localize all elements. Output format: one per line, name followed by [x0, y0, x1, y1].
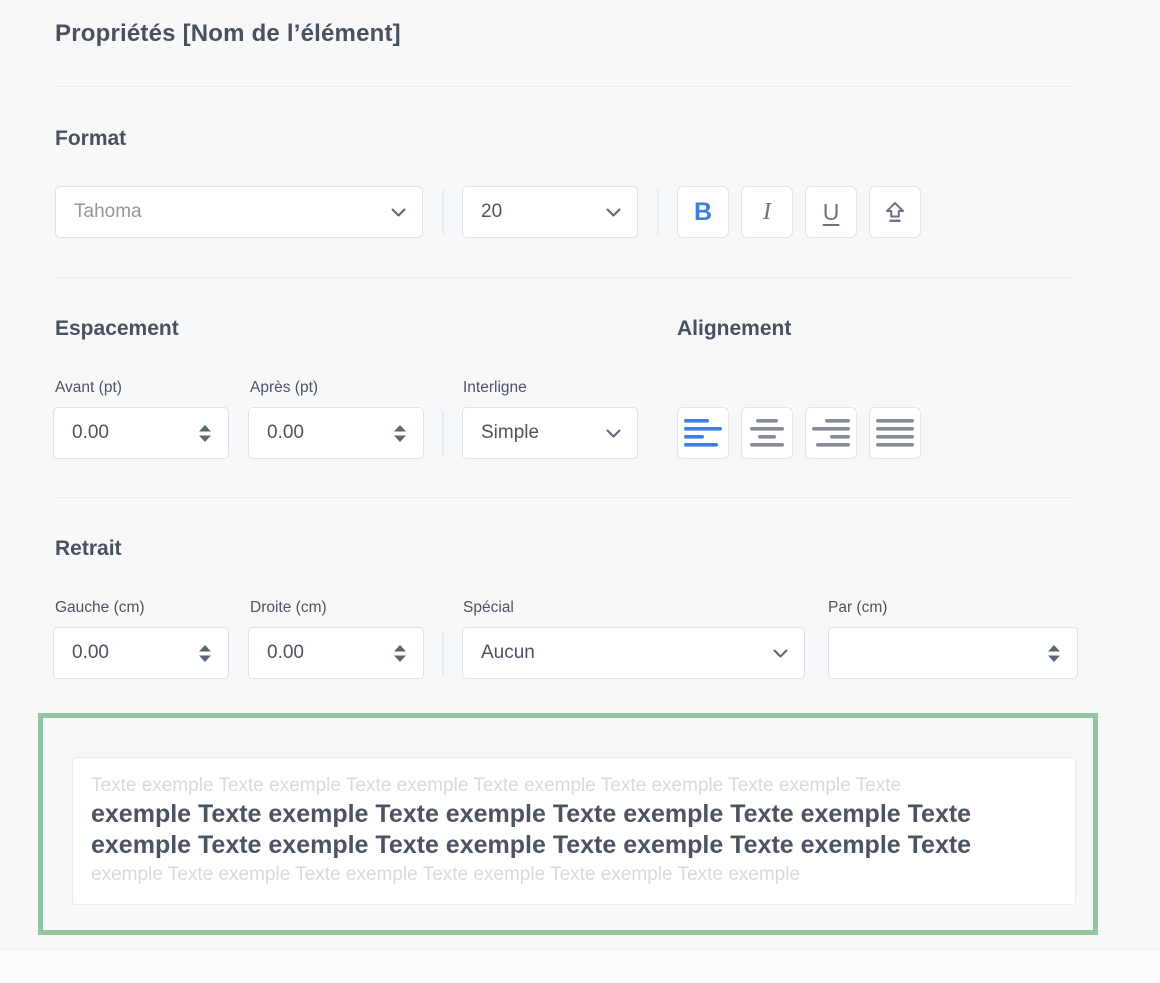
- divider: [55, 277, 1075, 278]
- divider: [442, 631, 444, 675]
- chevron-down-icon: [606, 208, 621, 217]
- chevron-down-icon: [606, 429, 621, 438]
- avant-label: Avant (pt): [55, 379, 122, 397]
- divider: [442, 190, 444, 234]
- preview-line: exemple Texte exemple Texte exemple Text…: [91, 799, 1057, 830]
- gauche-stepper[interactable]: 0.00: [53, 627, 229, 679]
- preview-line: exemple Texte exemple Texte exemple Text…: [91, 830, 1057, 861]
- gauche-label: Gauche (cm): [55, 599, 145, 617]
- divider: [55, 497, 1075, 498]
- droite-stepper[interactable]: 0.00: [248, 627, 424, 679]
- special-value: Aucun: [481, 642, 765, 664]
- divider: [657, 190, 659, 234]
- par-label: Par (cm): [828, 599, 887, 617]
- align-left-icon: [684, 419, 722, 447]
- preview-highlight-frame: Texte exemple Texte exemple Texte exempl…: [38, 713, 1098, 935]
- up-down-stepper-icon: [393, 645, 407, 662]
- italic-label: I: [763, 199, 771, 226]
- interligne-select[interactable]: Simple: [462, 407, 638, 459]
- section-heading-retrait: Retrait: [55, 537, 122, 561]
- font-size-select[interactable]: 20: [462, 186, 638, 238]
- align-center-icon: [748, 419, 786, 447]
- interligne-label: Interligne: [463, 379, 527, 397]
- interligne-value: Simple: [481, 422, 598, 444]
- bold-label: B: [694, 198, 712, 227]
- apres-value: 0.00: [267, 422, 385, 444]
- section-heading-alignement: Alignement: [677, 317, 791, 341]
- preview-line: Texte exemple Texte exemple Texte exempl…: [91, 772, 1057, 799]
- font-size-value: 20: [481, 201, 598, 223]
- align-right-icon: [812, 419, 850, 447]
- align-justify-icon: [876, 419, 914, 447]
- align-justify-button[interactable]: [869, 407, 921, 459]
- bold-button[interactable]: B: [677, 186, 729, 238]
- par-stepper[interactable]: [828, 627, 1078, 679]
- page-title: Propriétés [Nom de l’élément]: [55, 20, 401, 48]
- apres-stepper[interactable]: 0.00: [248, 407, 424, 459]
- avant-stepper[interactable]: 0.00: [53, 407, 229, 459]
- uppercase-shift-icon: [882, 199, 908, 225]
- special-label: Spécial: [463, 599, 514, 617]
- up-down-stepper-icon: [198, 645, 212, 662]
- preview-line: exemple Texte exemple Texte exemple Text…: [91, 861, 1057, 888]
- up-down-stepper-icon: [393, 425, 407, 442]
- chevron-down-icon: [391, 208, 406, 217]
- section-heading-format: Format: [55, 127, 126, 151]
- italic-button[interactable]: I: [741, 186, 793, 238]
- special-select[interactable]: Aucun: [462, 627, 805, 679]
- font-family-select[interactable]: Tahoma: [55, 186, 423, 238]
- page-bottom-strip: [0, 949, 1160, 983]
- apres-label: Après (pt): [250, 379, 318, 397]
- divider: [55, 86, 1075, 87]
- up-down-stepper-icon: [198, 425, 212, 442]
- divider: [442, 411, 444, 455]
- text-preview-box: Texte exemple Texte exemple Texte exempl…: [72, 757, 1076, 905]
- font-family-value: Tahoma: [74, 201, 383, 223]
- underline-label: U: [823, 199, 840, 226]
- avant-value: 0.00: [72, 422, 190, 444]
- align-center-button[interactable]: [741, 407, 793, 459]
- chevron-down-icon: [773, 649, 788, 658]
- section-heading-espacement: Espacement: [55, 317, 179, 341]
- gauche-value: 0.00: [72, 642, 190, 664]
- align-left-button[interactable]: [677, 407, 729, 459]
- underline-button[interactable]: U: [805, 186, 857, 238]
- droite-label: Droite (cm): [250, 599, 327, 617]
- uppercase-button[interactable]: [869, 186, 921, 238]
- droite-value: 0.00: [267, 642, 385, 664]
- up-down-stepper-icon: [1047, 645, 1061, 662]
- align-right-button[interactable]: [805, 407, 857, 459]
